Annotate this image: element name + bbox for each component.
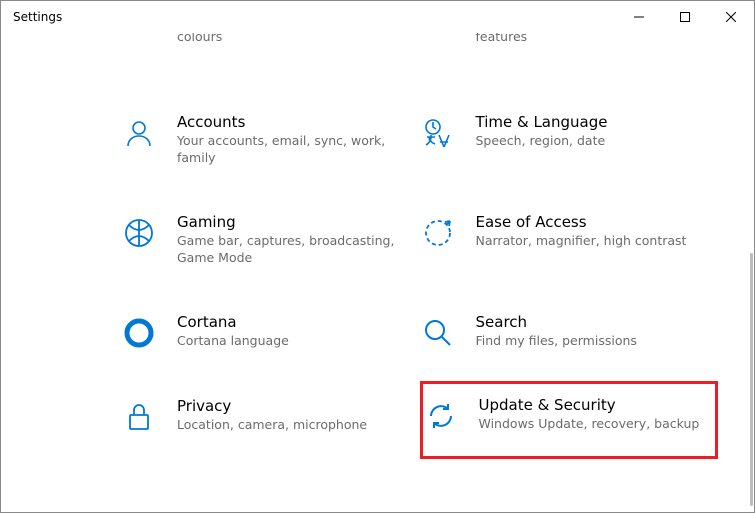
category-title: Accounts [177, 113, 412, 131]
minimize-button[interactable] [616, 1, 662, 33]
settings-content: colours features Accounts Your accounts,… [1, 33, 748, 512]
category-title: Time & Language [476, 113, 711, 131]
ease-of-access-icon [420, 215, 456, 251]
category-desc: Cortana language [177, 333, 412, 350]
category-personalization[interactable]: colours [121, 33, 420, 71]
category-title: Update & Security [479, 396, 708, 414]
accounts-icon [121, 115, 157, 151]
settings-grid: colours features Accounts Your accounts,… [1, 33, 748, 439]
close-button[interactable] [708, 1, 754, 33]
category-update-security[interactable]: Update & Security Windows Update, recove… [420, 381, 719, 459]
window-title: Settings [13, 10, 62, 24]
category-desc: Your accounts, email, sync, work, family [177, 133, 412, 167]
category-ease-of-access[interactable]: Ease of Access Narrator, magnifier, high… [420, 209, 719, 271]
category-desc: Location, camera, microphone [177, 417, 412, 434]
category-privacy[interactable]: Privacy Location, camera, microphone [121, 393, 420, 439]
category-title: Cortana [177, 313, 412, 331]
category-apps[interactable]: features [420, 33, 719, 71]
category-desc: Speech, region, date [476, 133, 711, 150]
category-time-language[interactable]: Time & Language Speech, region, date [420, 109, 719, 171]
category-search[interactable]: Search Find my files, permissions [420, 309, 719, 355]
category-desc: Narrator, magnifier, high contrast [476, 233, 711, 250]
category-cortana[interactable]: Cortana Cortana language [121, 309, 420, 355]
category-title: Gaming [177, 213, 412, 231]
search-icon [420, 315, 456, 351]
category-accounts[interactable]: Accounts Your accounts, email, sync, wor… [121, 109, 420, 171]
cortana-icon [121, 315, 157, 351]
category-title: Privacy [177, 397, 412, 415]
category-desc: Find my files, permissions [476, 333, 711, 350]
titlebar: Settings [1, 1, 754, 33]
lock-icon [121, 399, 157, 435]
category-desc: colours [177, 33, 412, 46]
update-icon [423, 398, 459, 434]
window-controls [616, 1, 754, 33]
maximize-button[interactable] [662, 1, 708, 33]
scrollbar[interactable] [748, 33, 754, 512]
category-gaming[interactable]: Gaming Game bar, captures, broadcasting,… [121, 209, 420, 271]
category-desc: Windows Update, recovery, backup [479, 416, 708, 433]
category-desc: features [476, 33, 711, 46]
gaming-icon [121, 215, 157, 251]
category-title: Search [476, 313, 711, 331]
category-title: Ease of Access [476, 213, 711, 231]
category-desc: Game bar, captures, broadcasting, Game M… [177, 233, 412, 267]
scrollbar-thumb[interactable] [750, 253, 753, 506]
time-language-icon [420, 115, 456, 151]
